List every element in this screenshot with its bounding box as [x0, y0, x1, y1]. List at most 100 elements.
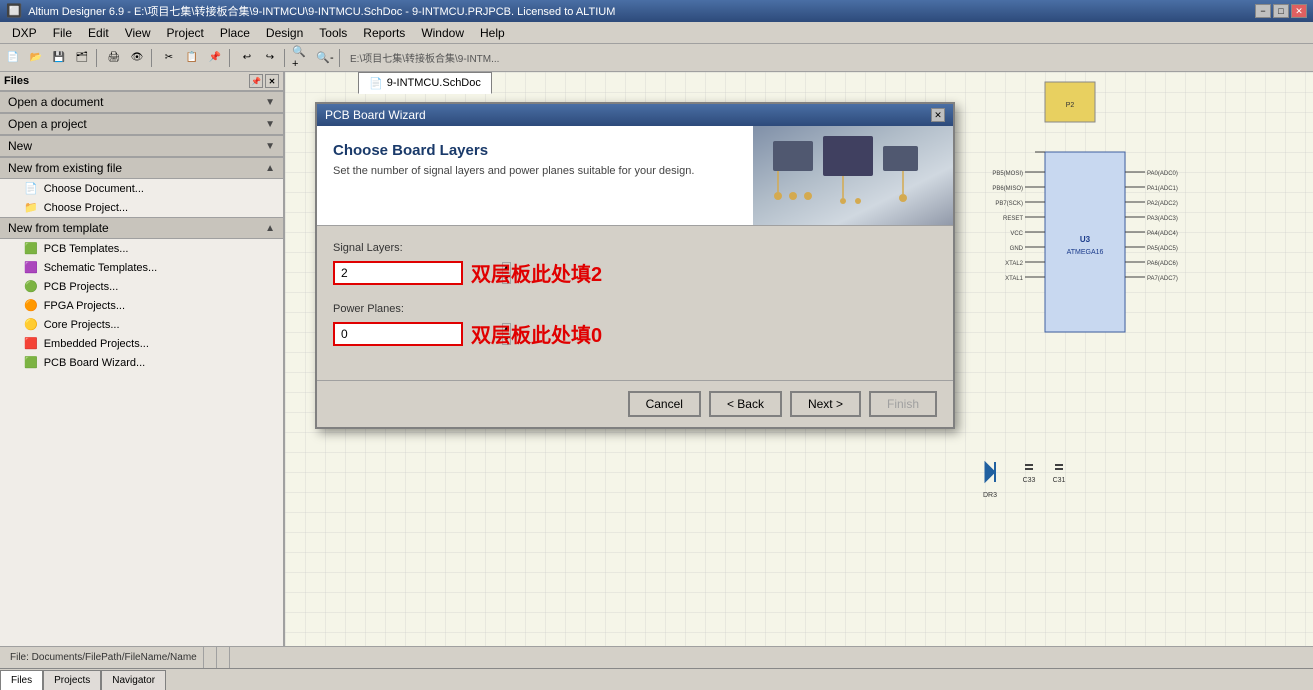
save-all-btn[interactable]: 🗂: [71, 47, 93, 69]
menu-place[interactable]: Place: [212, 24, 258, 42]
schematic-canvas[interactable]: U3 ATMEGA16 PB5(MOSI) PB6(MISO) PB7(SCK)…: [285, 72, 1313, 646]
print-btn[interactable]: 🖨: [103, 47, 125, 69]
finish-button[interactable]: Finish: [869, 391, 937, 417]
new-arrow-icon: ▼: [265, 141, 275, 152]
annotation-signal-layers: 双层板此处填2: [471, 258, 602, 287]
pcb-templates-icon: 🟩: [24, 242, 38, 255]
undo-btn[interactable]: ↩: [236, 47, 258, 69]
zoom-out-btn[interactable]: 🔍-: [314, 47, 336, 69]
status-coords: [204, 647, 217, 668]
wizard-icon: 🟩: [24, 356, 38, 369]
svg-text:C31: C31: [1053, 477, 1066, 484]
wizard-header-text: Choose Board Layers Set the number of si…: [317, 126, 753, 225]
menu-window[interactable]: Window: [413, 24, 472, 42]
section-open-document[interactable]: Open a document ▼: [0, 91, 283, 113]
schematic-file-icon: 📄: [369, 77, 383, 90]
item-fpga-projects[interactable]: 🟠 FPGA Projects...: [0, 296, 283, 315]
item-embedded-projects[interactable]: 🟥 Embedded Projects...: [0, 334, 283, 353]
menu-view[interactable]: View: [117, 24, 159, 42]
item-schematic-templates[interactable]: 🟪 Schematic Templates...: [0, 258, 283, 277]
wizard-close-button[interactable]: ✕: [931, 108, 945, 122]
menu-tools[interactable]: Tools: [311, 24, 355, 42]
signal-layers-label: Signal Layers:: [333, 242, 937, 254]
item-pcb-templates-label: PCB Templates...: [44, 243, 129, 255]
redo-btn[interactable]: ↪: [259, 47, 281, 69]
panel-close-icon[interactable]: ✕: [265, 74, 279, 88]
signal-layers-spinbox[interactable]: ▲ ▼: [333, 261, 463, 285]
cut-btn[interactable]: ✂: [158, 47, 180, 69]
paste-btn[interactable]: 📌: [204, 47, 226, 69]
next-button[interactable]: Next >: [790, 391, 861, 417]
copy-btn[interactable]: 📋: [181, 47, 203, 69]
app-icon: 🔲: [6, 3, 22, 19]
doc-icon: 📄: [24, 182, 38, 195]
svg-text:RESET: RESET: [1003, 216, 1023, 222]
item-choose-project[interactable]: 📁 Choose Project...: [0, 198, 283, 217]
toolbar-main: 📄 📂 💾 🗂 🖨 👁 ✂ 📋 📌 ↩ ↪ 🔍+ 🔍- E:\项目七集\转接板合…: [0, 44, 1313, 72]
svg-text:PB5(MOSI): PB5(MOSI): [992, 171, 1023, 177]
core-projects-icon: 🟡: [24, 318, 38, 331]
menu-edit[interactable]: Edit: [80, 24, 117, 42]
new-from-existing-arrow-icon: ▲: [265, 163, 275, 174]
panel-title: Files: [4, 75, 29, 87]
panel-controls: 📌 ✕: [249, 74, 279, 88]
close-button[interactable]: ✕: [1291, 4, 1307, 18]
item-fpga-projects-label: FPGA Projects...: [44, 300, 125, 312]
status-bar: File: Documents/FilePath/FileName/Name: [0, 646, 1313, 668]
print-preview-btn[interactable]: 👁: [126, 47, 148, 69]
tab-schematic[interactable]: 📄 9-INTMCU.SchDoc: [358, 72, 492, 94]
minimize-button[interactable]: −: [1255, 4, 1271, 18]
menu-bar: DXP File Edit View Project Place Design …: [0, 22, 1313, 44]
wizard-titlebar: PCB Board Wizard ✕: [317, 104, 953, 126]
svg-text:PA3(ADC3): PA3(ADC3): [1147, 216, 1178, 222]
right-content: 🏠 Home 📄 9-INTMCU.SchDoc: [285, 72, 1313, 646]
bottom-tab-nav[interactable]: Navigator: [101, 670, 166, 690]
menu-project[interactable]: Project: [159, 24, 212, 42]
section-new[interactable]: New ▼: [0, 135, 283, 157]
item-core-projects[interactable]: 🟡 Core Projects...: [0, 315, 283, 334]
item-pcb-projects-label: PCB Projects...: [44, 281, 119, 293]
wizard-choose-board-layers-title: Choose Board Layers: [333, 142, 737, 159]
save-btn[interactable]: 💾: [48, 47, 70, 69]
back-button[interactable]: < Back: [709, 391, 782, 417]
menu-design[interactable]: Design: [258, 24, 311, 42]
panel-header: Files 📌 ✕: [0, 72, 283, 91]
cancel-button[interactable]: Cancel: [628, 391, 701, 417]
pcb-projects-icon: 🟢: [24, 280, 38, 293]
wizard-dialog: PCB Board Wizard ✕ Choose Board Layers S…: [315, 102, 955, 429]
section-new-label: New: [8, 139, 32, 153]
svg-text:ATMEGA16: ATMEGA16: [1067, 249, 1104, 256]
item-pcb-templates[interactable]: 🟩 PCB Templates...: [0, 239, 283, 258]
new-from-template-arrow-icon: ▲: [265, 223, 275, 234]
item-choose-document[interactable]: 📄 Choose Document...: [0, 179, 283, 198]
item-choose-project-label: Choose Project...: [44, 202, 128, 214]
zoom-in-btn[interactable]: 🔍+: [291, 47, 313, 69]
section-new-from-existing[interactable]: New from existing file ▲: [0, 157, 283, 179]
new-btn[interactable]: 📄: [2, 47, 24, 69]
svg-text:PA6(ADC6): PA6(ADC6): [1147, 261, 1178, 267]
wizard-header-image: [753, 126, 953, 225]
svg-text:XTAL2: XTAL2: [1005, 261, 1024, 267]
section-open-project[interactable]: Open a project ▼: [0, 113, 283, 135]
menu-file[interactable]: File: [45, 24, 80, 42]
open-btn[interactable]: 📂: [25, 47, 47, 69]
item-pcb-projects[interactable]: 🟢 PCB Projects...: [0, 277, 283, 296]
svg-text:P2: P2: [1066, 102, 1075, 109]
status-doc-path: File: Documents/FilePath/FileName/Name: [4, 647, 204, 668]
menu-help[interactable]: Help: [472, 24, 513, 42]
sep2: [151, 49, 155, 67]
schematic-background: U3 ATMEGA16 PB5(MOSI) PB6(MISO) PB7(SCK)…: [285, 72, 1313, 646]
sep4: [284, 49, 288, 67]
bottom-tabs-bar: Files Projects Navigator: [0, 668, 1313, 690]
power-planes-spinbox[interactable]: ▲ ▼: [333, 322, 463, 346]
panel-pin-icon[interactable]: 📌: [249, 74, 263, 88]
item-pcb-board-wizard[interactable]: 🟩 PCB Board Wizard...: [0, 353, 283, 372]
menu-reports[interactable]: Reports: [355, 24, 413, 42]
bottom-tab-projects[interactable]: Projects: [43, 670, 101, 690]
maximize-button[interactable]: □: [1273, 4, 1289, 18]
svg-text:XTAL1: XTAL1: [1005, 276, 1024, 282]
svg-text:PA4(ADC4): PA4(ADC4): [1147, 231, 1178, 237]
bottom-tab-files[interactable]: Files: [0, 670, 43, 690]
menu-dxp[interactable]: DXP: [4, 24, 45, 42]
section-new-from-template[interactable]: New from template ▲: [0, 217, 283, 239]
